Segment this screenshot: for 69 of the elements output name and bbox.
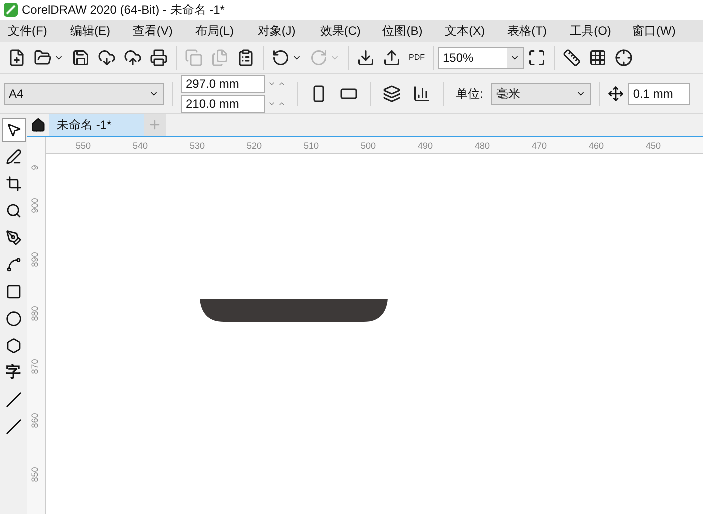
pointer-icon (6, 122, 22, 138)
plus-icon (148, 118, 162, 132)
height-field[interactable]: 210.0 mm (181, 94, 265, 112)
ruler-label: 860 (29, 414, 42, 429)
menu-item[interactable]: 表格(T) (508, 22, 570, 40)
home-icon (30, 118, 46, 132)
new-document-icon (8, 48, 26, 66)
menu-item[interactable]: 对象(J) (258, 22, 320, 40)
pen-icon (6, 230, 22, 246)
ruler-label: 450 (646, 141, 662, 151)
page-size-dropdown[interactable]: A4 (4, 82, 164, 104)
menu-item[interactable]: 布局(L) (195, 22, 258, 40)
save-icon (72, 48, 90, 66)
folder-icon (34, 48, 52, 66)
ruler-label: 490 (418, 141, 434, 151)
rectangle-icon (6, 284, 22, 300)
ruler-label: 520 (247, 141, 262, 151)
ruler-label: 900 (29, 198, 42, 214)
menu-item[interactable]: 文件(F) (8, 22, 70, 40)
text-tool-button[interactable]: 字 (2, 361, 26, 385)
ruler-label: 540 (133, 141, 148, 151)
document-tab[interactable]: 未命名 -1* (49, 114, 144, 136)
full-screen-icon (528, 48, 546, 66)
ruler-label: 470 (532, 141, 548, 151)
ruler-label: 850 (29, 467, 42, 482)
ruler-label: 550 (76, 141, 92, 151)
zoom-combo[interactable]: 150% (438, 46, 524, 68)
hexagon-icon (6, 338, 22, 354)
units-dropdown[interactable]: 毫米 (491, 82, 592, 104)
ellipse-icon (6, 311, 22, 327)
ruler-label: 9 (29, 165, 42, 170)
ruler-label: 500 (361, 141, 376, 151)
curve-icon (6, 257, 22, 273)
menu-item[interactable]: 文本(X) (445, 22, 508, 40)
ruler-label: 510 (304, 141, 320, 151)
paste-icon (237, 48, 255, 66)
undo-icon (272, 48, 290, 66)
crop-icon (6, 176, 22, 192)
cloud-download-icon (98, 48, 116, 66)
nudge-field[interactable]: 0.1 mm (628, 82, 690, 104)
zoom-icon (6, 203, 22, 219)
grid-icon (589, 48, 607, 66)
menu-item[interactable]: 效果(C) (320, 22, 383, 40)
ruler-label: 890 (29, 252, 42, 267)
ruler-label: 460 (589, 141, 604, 151)
menu-item[interactable]: 位图(B) (382, 22, 446, 40)
redo-icon (310, 48, 328, 66)
window-title: CorelDRAW 2020 (64-Bit) - 未命名 -1* (22, 2, 225, 19)
printer-icon (150, 48, 168, 66)
ruler-label: 530 (190, 141, 206, 151)
pdf-button[interactable]: PDF (405, 44, 429, 72)
ruler-label: 880 (29, 306, 42, 321)
menu-item[interactable]: 窗口(W) (632, 22, 695, 40)
cloud-upload-icon (124, 48, 142, 66)
copy-icon (211, 48, 229, 66)
menu-item[interactable]: 查看(V) (132, 22, 196, 40)
line-icon (6, 392, 22, 408)
menu-item[interactable]: 工具(O) (570, 22, 633, 40)
nudge-icon (608, 86, 624, 102)
width-field[interactable]: 297.0 mm (181, 74, 265, 92)
units-label: 单位: (455, 86, 484, 102)
app-logo-icon (4, 3, 18, 17)
rulers-icon (563, 48, 581, 66)
pointer-tool[interactable] (2, 118, 26, 142)
import-icon (357, 48, 375, 66)
ruler-label: 870 (29, 360, 42, 375)
ruler-label: 480 (475, 141, 490, 151)
export-icon (383, 48, 401, 66)
menu-item[interactable]: 编辑(E) (70, 22, 133, 40)
